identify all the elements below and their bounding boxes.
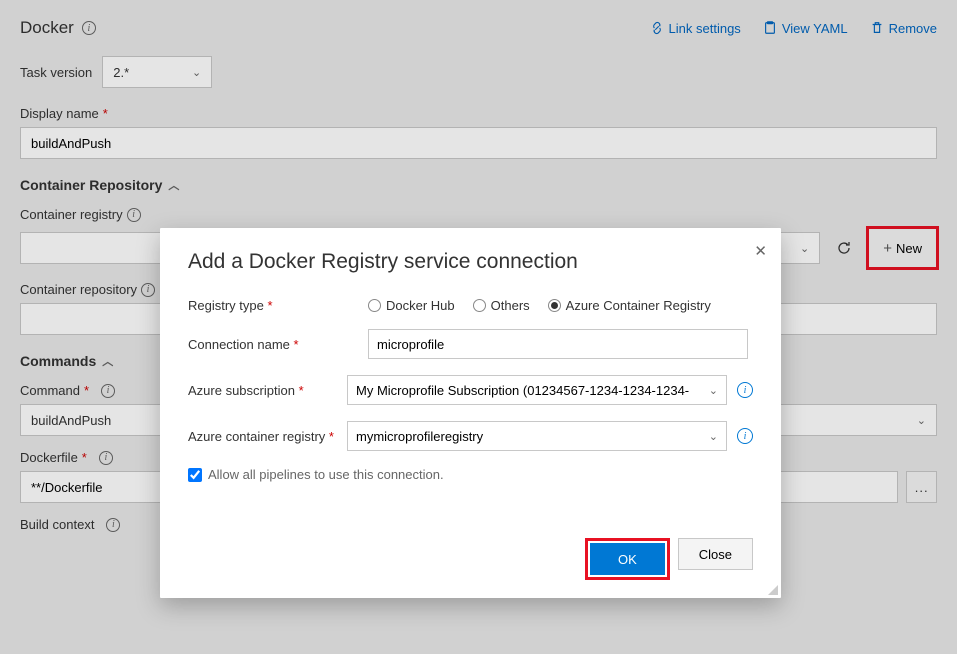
- allow-all-row: Allow all pipelines to use this connecti…: [188, 467, 753, 482]
- radio-icon: [473, 299, 486, 312]
- modal-footer: OK Close: [585, 538, 753, 580]
- connection-name-input[interactable]: [368, 329, 748, 359]
- radio-others[interactable]: Others: [473, 298, 530, 313]
- registry-type-radios: Docker Hub Others Azure Container Regist…: [368, 298, 753, 313]
- connection-name-label: Connection name *: [188, 337, 368, 352]
- radio-acr[interactable]: Azure Container Registry: [548, 298, 711, 313]
- acr-value: mymicroprofileregistry: [356, 429, 483, 444]
- allow-all-checkbox[interactable]: [188, 468, 202, 482]
- ok-button[interactable]: OK: [590, 543, 665, 575]
- azure-subscription-select[interactable]: My Microprofile Subscription (01234567-1…: [347, 375, 727, 405]
- registry-type-label: Registry type *: [188, 298, 368, 313]
- radio-icon: [548, 299, 561, 312]
- modal-title: Add a Docker Registry service connection: [188, 250, 753, 274]
- chevron-down-icon: ⌄: [709, 430, 718, 443]
- close-button[interactable]: Close: [678, 538, 753, 570]
- close-icon[interactable]: ✕: [754, 242, 767, 260]
- azure-subscription-label: Azure subscription *: [188, 383, 347, 398]
- azure-subscription-value: My Microprofile Subscription (01234567-1…: [356, 383, 689, 398]
- acr-row: Azure container registry * mymicroprofil…: [188, 421, 753, 451]
- chevron-down-icon: ⌄: [709, 384, 718, 397]
- acr-label: Azure container registry *: [188, 429, 347, 444]
- add-registry-modal: ✕ Add a Docker Registry service connecti…: [160, 228, 781, 598]
- allow-all-label: Allow all pipelines to use this connecti…: [208, 467, 444, 482]
- resize-handle[interactable]: [765, 582, 779, 596]
- radio-docker-hub[interactable]: Docker Hub: [368, 298, 455, 313]
- info-icon[interactable]: i: [737, 382, 753, 398]
- azure-subscription-row: Azure subscription * My Microprofile Sub…: [188, 375, 753, 405]
- connection-name-row: Connection name *: [188, 329, 753, 359]
- acr-select[interactable]: mymicroprofileregistry ⌄: [347, 421, 727, 451]
- info-icon[interactable]: i: [737, 428, 753, 444]
- radio-icon: [368, 299, 381, 312]
- ok-highlight: OK: [585, 538, 670, 580]
- registry-type-row: Registry type * Docker Hub Others Azure …: [188, 298, 753, 313]
